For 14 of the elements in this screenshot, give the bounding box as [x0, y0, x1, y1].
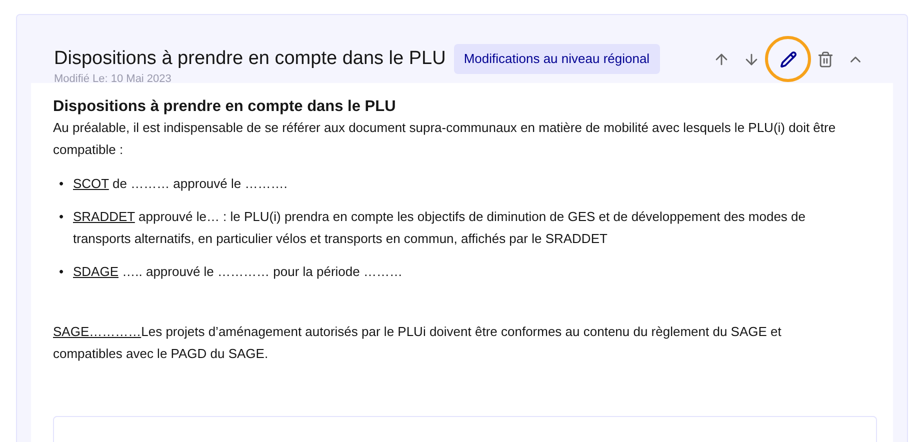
pencil-icon	[780, 50, 796, 68]
content-heading: Dispositions à prendre en compte dans le PLU	[53, 97, 397, 117]
category-tag: Modifications au niveau régional	[454, 44, 660, 74]
list-item: SCOT de ……… approuvé le ……….	[73, 175, 288, 193]
card-title: Dispositions à prendre en compte dans le PLU	[54, 46, 446, 71]
trash-icon	[816, 50, 834, 68]
list-item: SRADDET approuvé le… : le PLU(i) prendra en compte les objectifs de diminution de GES et de développement des modes de transports alternatifs, en particulier vélos et transports en commun, affichés par le SRADDET	[73, 208, 806, 248]
modified-date: Modifié Le: 10 Mai 2023	[53, 73, 172, 83]
sage-paragraph: SAGE…………Les projets d’aménagement autorisés par le PLUi doivent être conformes au contenu du règlement du SAGE et compatibles avec le PAGD du SAGE.	[53, 323, 782, 363]
list-item: SDAGE ….. approuvé le ………… pour la période ………	[73, 263, 402, 281]
bullet-marker: •	[59, 263, 65, 281]
bullet-marker: •	[59, 208, 65, 226]
bullet-marker: •	[59, 175, 65, 193]
intro-paragraph: Au préalable, il est indispensable de se référer aux document supra-communaux en matière de mobilité avec lesquels le PLU(i) doit être compatible :	[53, 119, 837, 159]
